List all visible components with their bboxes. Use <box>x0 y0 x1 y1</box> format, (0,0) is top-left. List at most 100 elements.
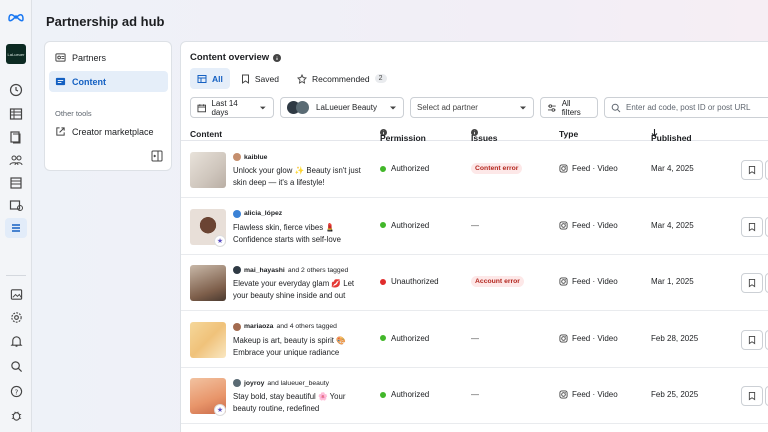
table-row[interactable]: ★ alicia_lópez Flawless skin, fierce vib… <box>181 199 768 255</box>
search-placeholder: Enter ad code, post ID or post URL <box>626 103 751 112</box>
brand-avatar[interactable]: LaLueuer <box>6 44 26 64</box>
save-button[interactable] <box>741 160 763 180</box>
content-overview-title: Content overview <box>190 52 282 63</box>
author-name[interactable]: kaiblue <box>244 154 267 161</box>
date-range-dropdown[interactable]: Last 14 days <box>190 97 274 118</box>
table-icon[interactable] <box>5 104 27 124</box>
chevron-down-icon <box>520 106 526 109</box>
content-thumbnail[interactable] <box>190 152 226 188</box>
account-label: LaLueuer Beauty <box>316 103 377 112</box>
content-type: Feed · Video <box>559 277 618 286</box>
issue-none: — <box>471 220 479 230</box>
published-date: Mar 1, 2025 <box>651 277 694 286</box>
permission-status: Authorized <box>380 390 429 399</box>
table-row[interactable]: mai_hayashi and 2 others tagged Elevate … <box>181 255 768 311</box>
image-icon[interactable] <box>5 284 27 304</box>
info-icon[interactable] <box>273 53 282 62</box>
save-button[interactable] <box>741 329 763 350</box>
bookmark-icon <box>748 279 756 288</box>
date-range-label: Last 14 days <box>211 98 238 117</box>
content-author: alicia_lópez <box>233 209 285 218</box>
partners-icon <box>55 53 66 62</box>
account-dropdown[interactable]: LaLueuer Beauty <box>280 97 404 118</box>
save-button[interactable] <box>741 386 763 406</box>
other-tools-heading: Other tools <box>55 109 92 118</box>
author-name[interactable]: joyroy <box>244 380 264 387</box>
meta-logo[interactable] <box>7 9 25 25</box>
recommended-count-badge: 2 <box>374 74 387 83</box>
content-author: kaiblue <box>233 153 270 161</box>
left-nav-panel: Partners Content Other tools Creator mar… <box>44 41 172 171</box>
tab-recommended[interactable]: Recommended 2 <box>290 68 394 89</box>
settings-icon[interactable] <box>5 307 27 327</box>
bell-icon[interactable] <box>5 331 27 351</box>
type-label: Feed · Video <box>572 277 618 286</box>
chevron-down-icon <box>390 106 396 109</box>
collapse-panel-icon[interactable] <box>151 150 163 162</box>
table-row[interactable]: kaiblue Unlock your glow ✨ Beauty isn't … <box>181 142 768 198</box>
tagged-text: and 4 others tagged <box>276 323 337 330</box>
star-badge-icon: ★ <box>214 234 226 247</box>
table-row[interactable]: mariaoza and 4 others tagged Makeup is a… <box>181 312 768 368</box>
dashboard-icon[interactable] <box>5 80 27 100</box>
ads-icon[interactable] <box>5 195 27 215</box>
brand-label: LaLueuer <box>7 51 25 57</box>
instagram-icon <box>559 390 568 399</box>
permission-status: Unauthorized <box>380 277 439 286</box>
permission-label: Authorized <box>391 164 430 173</box>
pages-icon[interactable] <box>5 127 27 147</box>
permission-status: Authorized <box>380 334 429 343</box>
bookmark-icon <box>748 335 756 344</box>
content-tabs: All Saved Recommended 2 <box>190 68 394 89</box>
ad-partner-dropdown[interactable]: Select ad partner <box>410 97 534 118</box>
nav-item-creator-marketplace[interactable]: Creator marketplace <box>49 121 168 142</box>
tab-all[interactable]: All <box>190 68 230 89</box>
instagram-icon <box>559 333 568 343</box>
content-type: Feed · Video <box>559 334 618 343</box>
table-row[interactable]: ★ joyroy and lalueuer_beauty Stay bold, … <box>181 368 768 424</box>
calendar-icon <box>197 103 206 112</box>
bug-icon[interactable] <box>5 405 27 425</box>
column-published[interactable]: Published <box>651 129 692 143</box>
content-type: Feed · Video <box>559 390 618 399</box>
menu-icon[interactable] <box>5 218 27 238</box>
author-name[interactable]: mariaoza <box>244 323 273 330</box>
tagged-text: and lalueuer_beauty <box>267 379 330 387</box>
grid-icon <box>197 74 207 83</box>
column-type[interactable]: Type <box>559 129 578 139</box>
type-label: Feed · Video <box>572 390 618 399</box>
save-button[interactable] <box>741 273 763 293</box>
nav-item-content[interactable]: Content <box>49 71 168 92</box>
published-date: Feb 28, 2025 <box>651 333 699 343</box>
content-thumbnail[interactable] <box>190 321 226 358</box>
people-icon[interactable] <box>5 150 27 170</box>
content-caption: Stay bold, stay beautiful 🌸 Your beauty … <box>233 392 346 413</box>
column-issues[interactable]: Issues <box>471 129 497 143</box>
permission-dot <box>380 391 386 398</box>
catalog-icon[interactable] <box>5 173 27 193</box>
tagged-text: and 2 others tagged <box>287 266 349 274</box>
help-icon[interactable]: ? <box>5 381 27 401</box>
permission-dot <box>380 278 386 285</box>
published-date: Mar 4, 2025 <box>651 220 694 230</box>
save-button[interactable] <box>741 216 763 237</box>
author-name[interactable]: alicia_lópez <box>244 210 282 217</box>
nav-item-partners[interactable]: Partners <box>49 47 168 68</box>
content-caption: Unlock your glow ✨ Beauty isn't just ski… <box>233 166 361 187</box>
tab-saved[interactable]: Saved <box>234 68 286 89</box>
all-filters-button[interactable]: All filters <box>540 97 598 118</box>
column-content[interactable]: Content <box>190 129 222 139</box>
author-name[interactable]: mai_hayashi <box>244 267 285 274</box>
issue-none: — <box>471 390 479 399</box>
search-input[interactable]: Enter ad code, post ID or post URL <box>604 97 768 118</box>
author-avatar <box>233 379 241 387</box>
type-label: Feed · Video <box>572 333 618 343</box>
rail-divider <box>6 275 26 276</box>
column-permission[interactable]: Permission <box>380 129 426 143</box>
issue-badge: Account error <box>471 276 524 287</box>
content-author: mai_hayashi and 2 others tagged <box>233 266 348 274</box>
tab-label: Saved <box>254 73 279 84</box>
content-thumbnail[interactable] <box>190 265 226 301</box>
search-icon[interactable] <box>5 356 27 376</box>
content-type: Feed · Video <box>559 164 618 173</box>
